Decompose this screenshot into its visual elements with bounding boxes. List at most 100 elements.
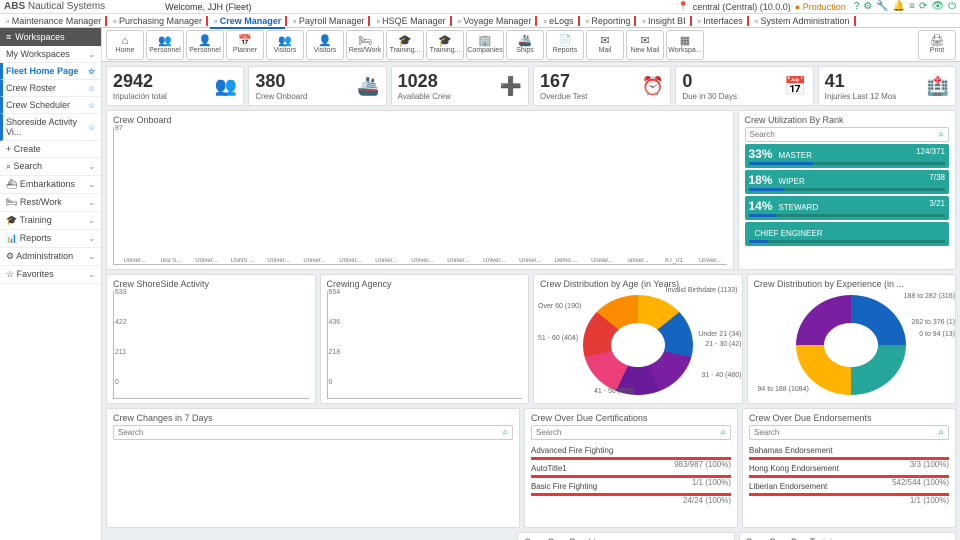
kpi-card: 167Overdue Test⏰ — [533, 66, 671, 106]
tab-elogs[interactable]: ▫ eLogs — [537, 14, 579, 28]
tab-insight-bi[interactable]: ▫ Insight BI — [636, 14, 691, 28]
bell-icon[interactable]: 🔔 — [893, 1, 905, 12]
welcome-text: Welcome, JJH (Fleet) — [165, 2, 251, 12]
search-box[interactable]: ⌕ — [531, 425, 731, 440]
toolbar: ⌂Home👥Personnel👤Personnel📅Planner👥Visito… — [102, 28, 960, 62]
card-utilization: Crew Utilization By Rank ⌕ 33%MASTER124/… — [738, 110, 957, 270]
toolbar-training-[interactable]: 🎓Training... — [386, 30, 424, 60]
tab-purchasing-manager[interactable]: ▫ Purchasing Manager — [107, 14, 208, 28]
sidebar-item[interactable]: Crew Scheduler☆ — [0, 97, 101, 114]
util-row[interactable]: 14%STEWARD3/21 — [745, 196, 950, 220]
card-title: Crew Distribution by Experience (in ... — [754, 279, 950, 289]
sidebar-item[interactable]: ⌕ Search⌄ — [0, 158, 101, 176]
search-icon[interactable]: ⌕ — [938, 129, 944, 140]
tab-voyage-manager[interactable]: ▫ Voyage Manager — [452, 14, 538, 28]
power-icon[interactable]: ⏻ — [948, 1, 956, 12]
sidebar-item[interactable]: ☆ Favorites⌄ — [0, 266, 101, 284]
search-box[interactable]: ⌕ — [749, 425, 949, 440]
toolbar-companies[interactable]: 🏢Companies — [466, 30, 504, 60]
tab-interfaces[interactable]: ▫ Interfaces — [692, 14, 749, 28]
toolbar-new-mail[interactable]: ✉New Mail — [626, 30, 664, 60]
search-icon[interactable]: ⌕ — [502, 427, 508, 438]
toolbar-training-[interactable]: 🎓Training... — [426, 30, 464, 60]
env-location: central (Central) (10.0.0) — [693, 2, 791, 12]
tab-hsqe-manager[interactable]: ▫ HSQE Manager — [370, 14, 451, 28]
toolbar-workspa-[interactable]: ▦Workspa... — [666, 30, 704, 60]
sidebar: ≡ Workspaces My Workspaces⌄Fleet Home Pa… — [0, 28, 102, 540]
sidebar-item[interactable]: 🎓 Training⌄ — [0, 212, 101, 230]
toolbar-reports[interactable]: 📄Reports — [546, 30, 584, 60]
card-overdue-certs: Crew Over Due Certifications ⌕ Advanced … — [524, 408, 738, 528]
sidebar-item[interactable]: Shoreside Activity Vi...☆ — [0, 114, 101, 141]
kpi-card: 41Injuries Last 12 Mos🏥 — [818, 66, 956, 106]
gear-icon[interactable]: ⚙ — [863, 1, 872, 12]
tab-system-administration[interactable]: ▫ System Administration — [749, 14, 856, 28]
tab-payroll-manager[interactable]: ▫ Payroll Manager — [287, 14, 370, 28]
toolbar-mail[interactable]: ✉Mail — [586, 30, 624, 60]
toolbar-visitors[interactable]: 👥Visitors — [266, 30, 304, 60]
card-agency: Crewing Agency 6544362180 — [320, 274, 530, 404]
util-row[interactable]: CHIEF ENGINEER — [745, 222, 950, 246]
card-title: Crewing Agency — [327, 279, 523, 289]
list-item[interactable]: Advanced Fire Fighting983/987 (100%) — [531, 442, 731, 460]
sidebar-item[interactable]: 📊 Reports⌄ — [0, 230, 101, 248]
search-input[interactable] — [118, 428, 502, 437]
toolbar-ships[interactable]: 🚢Ships — [506, 30, 544, 60]
help-icon[interactable]: ? — [854, 1, 860, 12]
sidebar-item[interactable]: Fleet Home Page☆ — [0, 63, 101, 80]
kpi-row: 2942tripulación total👥380Crew Onboard🚢10… — [102, 62, 960, 110]
bar-chart — [327, 291, 523, 399]
toolbar-personnel[interactable]: 👥Personnel — [146, 30, 184, 60]
kpi-card: 0Due in 30 Days📅 — [675, 66, 813, 106]
card-crew-changes: Crew Changes in 7 Days ⌕ — [106, 408, 520, 528]
print-button[interactable]: 🖨Print — [918, 30, 956, 60]
search-icon[interactable]: ⌕ — [938, 427, 944, 438]
tab-crew-manager[interactable]: ▫ Crew Manager — [208, 14, 287, 28]
kpi-card: 380Crew Onboard🚢 — [248, 66, 386, 106]
search-icon[interactable]: ⌕ — [720, 427, 726, 438]
y-tick: 87 — [115, 125, 123, 132]
eye-icon[interactable]: 👁 — [931, 1, 944, 12]
search-box[interactable]: ⌕ — [745, 127, 950, 142]
list-icon[interactable]: ≡ — [909, 1, 915, 12]
card-overdue-training: Crew Over Due Training — [739, 532, 957, 540]
card-overdue-licence: Crew Over Due Licence — [517, 532, 735, 540]
kpi-card: 2942tripulación total👥 — [106, 66, 244, 106]
tool-icon[interactable]: 🔧 — [876, 1, 888, 12]
kpi-card: 1028Available Crew➕ — [391, 66, 529, 106]
toolbar-planner[interactable]: 📅Planner — [226, 30, 264, 60]
util-row[interactable]: 33%MASTER124/371 — [745, 144, 950, 168]
brand: ABS Nautical Systems — [4, 1, 105, 12]
toolbar-visitors[interactable]: 👤Visitors — [306, 30, 344, 60]
donut-chart — [796, 295, 906, 395]
refresh-icon[interactable]: ⟳ — [919, 1, 927, 12]
search-box[interactable]: ⌕ — [113, 425, 513, 440]
card-title: Crew Utilization By Rank — [745, 115, 950, 125]
tab-maintenance-manager[interactable]: ▫ Maintenance Manager — [0, 14, 107, 28]
donut-chart — [583, 295, 693, 395]
search-input[interactable] — [750, 130, 939, 139]
search-input[interactable] — [754, 428, 938, 437]
sidebar-item[interactable]: 🛏 Rest/Work⌄ — [0, 194, 101, 212]
util-row[interactable]: 18%WIPER7/38 — [745, 170, 950, 194]
sidebar-item[interactable]: ⛴ Embarkations⌄ — [0, 176, 101, 194]
sidebar-header: ≡ Workspaces — [0, 28, 101, 46]
card-title: Crew Changes in 7 Days — [113, 413, 513, 423]
list-item[interactable]: Bahamas Endorsement3/3 (100%) — [749, 442, 949, 460]
env-info: 📍 central (Central) (10.0.0) ● Productio… — [677, 1, 956, 12]
search-input[interactable] — [536, 428, 720, 437]
toolbar-rest-work[interactable]: 🛏Rest/Work — [346, 30, 384, 60]
card-shoreside: Crew ShoreSide Activity 6334222110 — [106, 274, 316, 404]
app-header: ABS Nautical Systems Welcome, JJH (Fleet… — [0, 0, 960, 14]
toolbar-personnel[interactable]: 👤Personnel — [186, 30, 224, 60]
card-title: Crew Onboard — [113, 115, 727, 125]
tab-reporting[interactable]: ▫ Reporting — [580, 14, 637, 28]
sidebar-item[interactable]: Crew Roster☆ — [0, 80, 101, 97]
sidebar-item[interactable]: My Workspaces⌄ — [0, 46, 101, 63]
sidebar-item[interactable]: + Create — [0, 141, 101, 158]
toolbar-home[interactable]: ⌂Home — [106, 30, 144, 60]
dashboard-grid[interactable]: Crew Onboard 87 Univer...Test S...Univer… — [102, 110, 960, 540]
sidebar-item[interactable]: ⚙ Administration⌄ — [0, 248, 101, 266]
content-area: ⌂Home👥Personnel👤Personnel📅Planner👥Visito… — [102, 28, 960, 540]
bar-chart: Univer...Test S...Univer...USNS ...Unive… — [113, 127, 727, 265]
